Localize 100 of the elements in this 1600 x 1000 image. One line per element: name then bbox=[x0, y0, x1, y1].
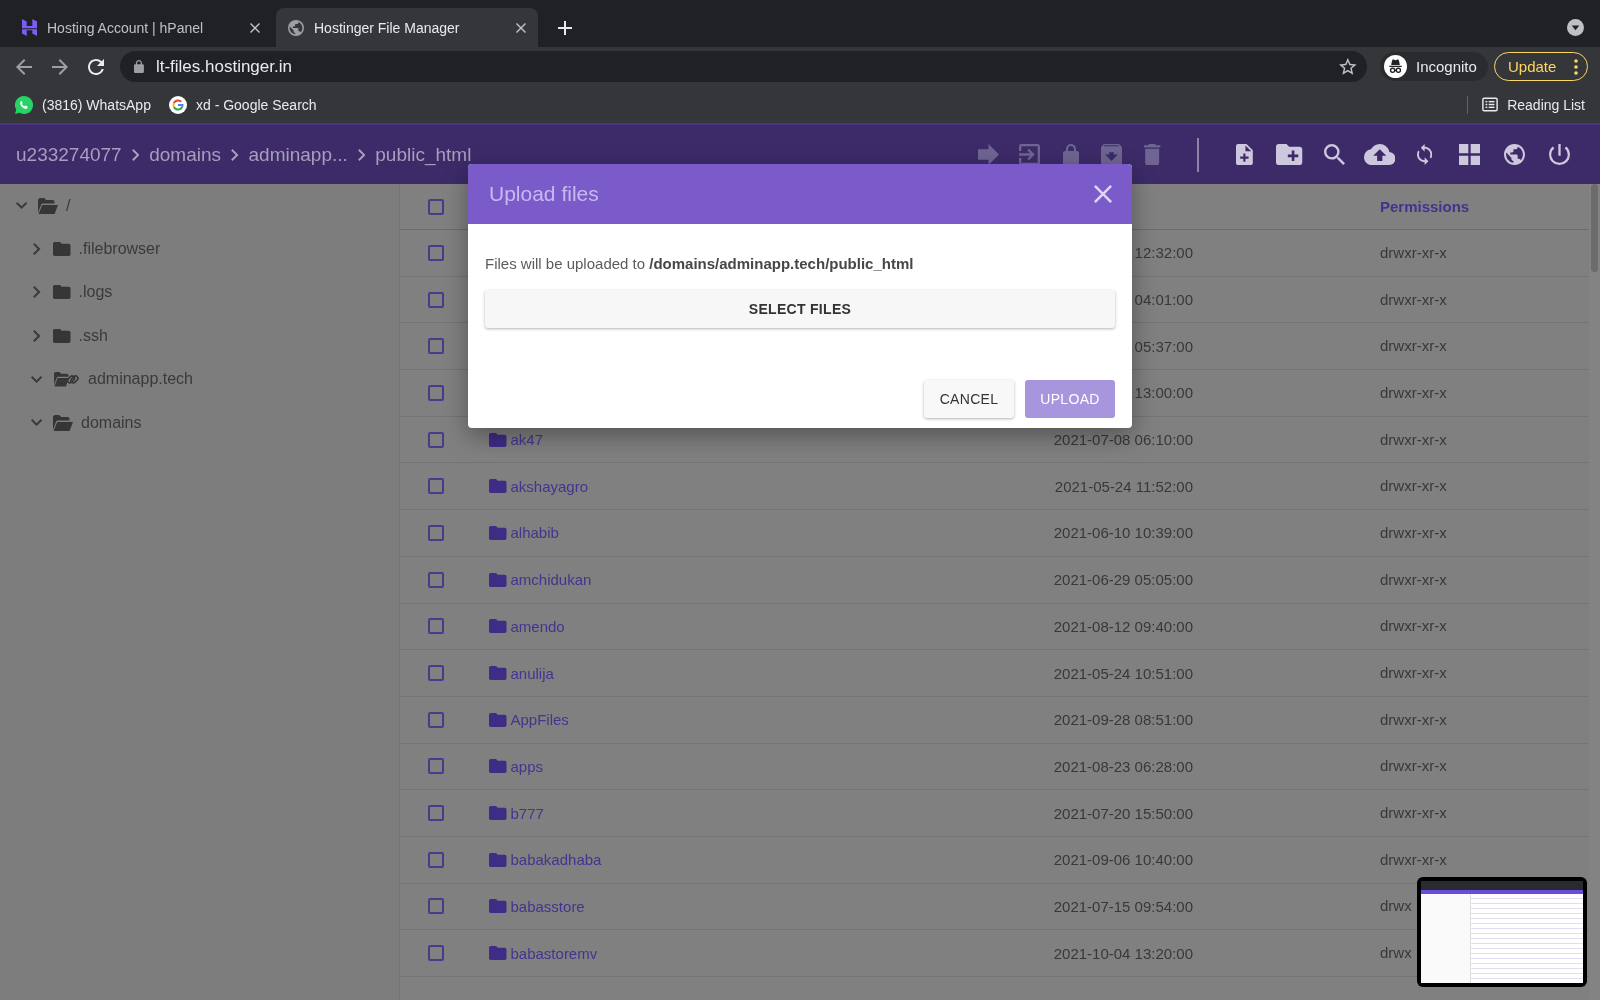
chevron-down-icon[interactable] bbox=[16, 202, 28, 210]
search-icon[interactable] bbox=[1324, 144, 1345, 165]
folder-name[interactable]: ak47 bbox=[510, 431, 544, 449]
folder-name[interactable]: apps bbox=[510, 757, 544, 775]
browser-tab[interactable]: Hostinger File Manager bbox=[276, 8, 538, 47]
folder-name[interactable]: akshayagro bbox=[510, 477, 589, 495]
checkbox[interactable] bbox=[428, 665, 444, 682]
chevron-down-icon[interactable] bbox=[31, 375, 43, 383]
breadcrumb-link[interactable]: domains bbox=[149, 143, 221, 166]
reading-list-button[interactable]: Reading List bbox=[1482, 96, 1585, 113]
modified-date: 2021-07-08 06:10:00 bbox=[1053, 431, 1193, 449]
tree-item[interactable]: .logs bbox=[78, 283, 113, 302]
checkbox[interactable] bbox=[428, 431, 444, 448]
address-bar[interactable]: lt-files.hostinger.in bbox=[120, 51, 1367, 82]
select-all-checkbox[interactable] bbox=[428, 198, 444, 215]
modified-date: 2021-05-24 10:51:00 bbox=[1053, 664, 1193, 682]
power-icon[interactable] bbox=[1549, 144, 1570, 165]
chevron-right-icon[interactable] bbox=[33, 286, 41, 299]
permissions-text: drwx bbox=[1380, 897, 1412, 915]
close-icon[interactable] bbox=[250, 22, 260, 33]
folder-icon bbox=[489, 619, 507, 634]
checkbox[interactable] bbox=[428, 898, 444, 915]
checkbox[interactable] bbox=[428, 291, 444, 308]
bookmark[interactable]: (3816) WhatsApp bbox=[15, 95, 151, 114]
folder-name[interactable]: amendo bbox=[510, 617, 565, 635]
checkbox[interactable] bbox=[428, 338, 444, 355]
screenshot-preview-drawing[interactable] bbox=[1417, 877, 1587, 987]
modified-date: 2021-05-24 11:52:00 bbox=[1054, 477, 1193, 495]
forward-arrow-icon[interactable] bbox=[52, 58, 68, 75]
folder-name[interactable]: amchidukan bbox=[510, 571, 592, 589]
chevron-right-icon[interactable] bbox=[33, 243, 41, 256]
folder-icon bbox=[489, 946, 507, 961]
folder-name[interactable]: babakadhaba bbox=[510, 851, 602, 869]
permissions-text: drwxr-xr-x bbox=[1380, 383, 1447, 401]
checkbox[interactable] bbox=[428, 571, 444, 588]
globe-icon bbox=[288, 19, 304, 36]
permissions-text: drwx bbox=[1380, 944, 1412, 962]
cancel-button[interactable]: CANCEL bbox=[924, 380, 1014, 418]
new-file-icon[interactable] bbox=[1236, 144, 1253, 165]
checkbox[interactable] bbox=[428, 851, 444, 868]
tree-item[interactable]: adminapp.tech bbox=[88, 370, 193, 389]
chevron-right-icon bbox=[131, 148, 140, 161]
profile-button[interactable]: Incognito bbox=[1380, 52, 1488, 81]
folder-icon bbox=[489, 572, 507, 587]
checkbox[interactable] bbox=[428, 244, 444, 261]
checkbox[interactable] bbox=[428, 711, 444, 728]
bookmark[interactable]: xd - Google Search bbox=[168, 95, 317, 114]
browser-tab[interactable]: Hosting Account | hPanel bbox=[10, 8, 272, 47]
folder-icon bbox=[53, 285, 71, 300]
globe-icon[interactable] bbox=[1504, 144, 1525, 165]
folder-name[interactable]: babastoremv bbox=[510, 944, 598, 962]
star-icon[interactable] bbox=[1339, 58, 1357, 75]
folder-name[interactable]: alhabib bbox=[510, 524, 559, 542]
breadcrumb-link[interactable]: adminapp... bbox=[248, 143, 348, 166]
checkbox[interactable] bbox=[428, 805, 444, 822]
back-arrow-icon[interactable] bbox=[16, 58, 32, 75]
checkbox[interactable] bbox=[428, 478, 444, 495]
checkbox[interactable] bbox=[428, 945, 444, 962]
close-icon[interactable] bbox=[516, 22, 526, 33]
folder-icon bbox=[489, 666, 507, 681]
update-button[interactable]: Update bbox=[1494, 52, 1588, 81]
select-files-button[interactable]: SELECT FILES bbox=[485, 290, 1115, 328]
checkbox[interactable] bbox=[428, 618, 444, 635]
modified-date: 2021-06-29 05:05:00 bbox=[1053, 571, 1193, 589]
checkbox[interactable] bbox=[428, 524, 444, 541]
checkbox[interactable] bbox=[428, 758, 444, 775]
modified-date: 2021-07-15 09:54:00 bbox=[1053, 897, 1193, 915]
dropdown-icon[interactable] bbox=[1567, 19, 1584, 36]
modified-date: 12:32:00 bbox=[1134, 244, 1193, 262]
reload-icon[interactable] bbox=[88, 58, 104, 75]
chevron-right-icon[interactable] bbox=[33, 329, 41, 342]
permissions-text: drwxr-xr-x bbox=[1380, 617, 1447, 635]
folder-name[interactable]: b777 bbox=[510, 804, 544, 822]
new-folder-icon[interactable] bbox=[1276, 144, 1303, 165]
h-logo-icon bbox=[22, 19, 37, 36]
tree-item[interactable]: .ssh bbox=[78, 326, 108, 345]
refresh-icon[interactable] bbox=[1416, 144, 1433, 165]
permissions-text: drwxr-xr-x bbox=[1380, 523, 1447, 541]
grid-icon[interactable] bbox=[1459, 144, 1480, 165]
cloud-upload-icon[interactable] bbox=[1363, 144, 1396, 165]
column-header[interactable]: Permissions bbox=[1380, 197, 1470, 215]
tree-item[interactable]: / bbox=[66, 196, 71, 215]
permissions-text: drwxr-xr-x bbox=[1380, 804, 1447, 822]
checkbox[interactable] bbox=[428, 384, 444, 401]
chevron-down-icon[interactable] bbox=[31, 419, 43, 427]
chevron-right-icon bbox=[357, 148, 366, 161]
breadcrumb-link[interactable]: u233274077 bbox=[16, 143, 122, 166]
more-icon[interactable] bbox=[1574, 58, 1578, 75]
lock-icon bbox=[134, 60, 144, 73]
tree-item[interactable]: domains bbox=[81, 413, 142, 432]
breadcrumb-link[interactable]: public_html bbox=[375, 143, 472, 166]
tree-item[interactable]: .filebrowser bbox=[78, 240, 161, 259]
folder-open-icon bbox=[53, 414, 73, 431]
modified-date: 2021-09-28 08:51:00 bbox=[1053, 711, 1193, 729]
folder-name[interactable]: AppFiles bbox=[510, 711, 569, 729]
plus-icon[interactable] bbox=[558, 20, 572, 35]
folder-name[interactable]: babasstore bbox=[510, 897, 585, 915]
modified-date: 2021-06-10 10:39:00 bbox=[1053, 524, 1193, 542]
scrollbar-thumb[interactable] bbox=[1591, 184, 1598, 272]
folder-name[interactable]: anulija bbox=[510, 664, 554, 682]
